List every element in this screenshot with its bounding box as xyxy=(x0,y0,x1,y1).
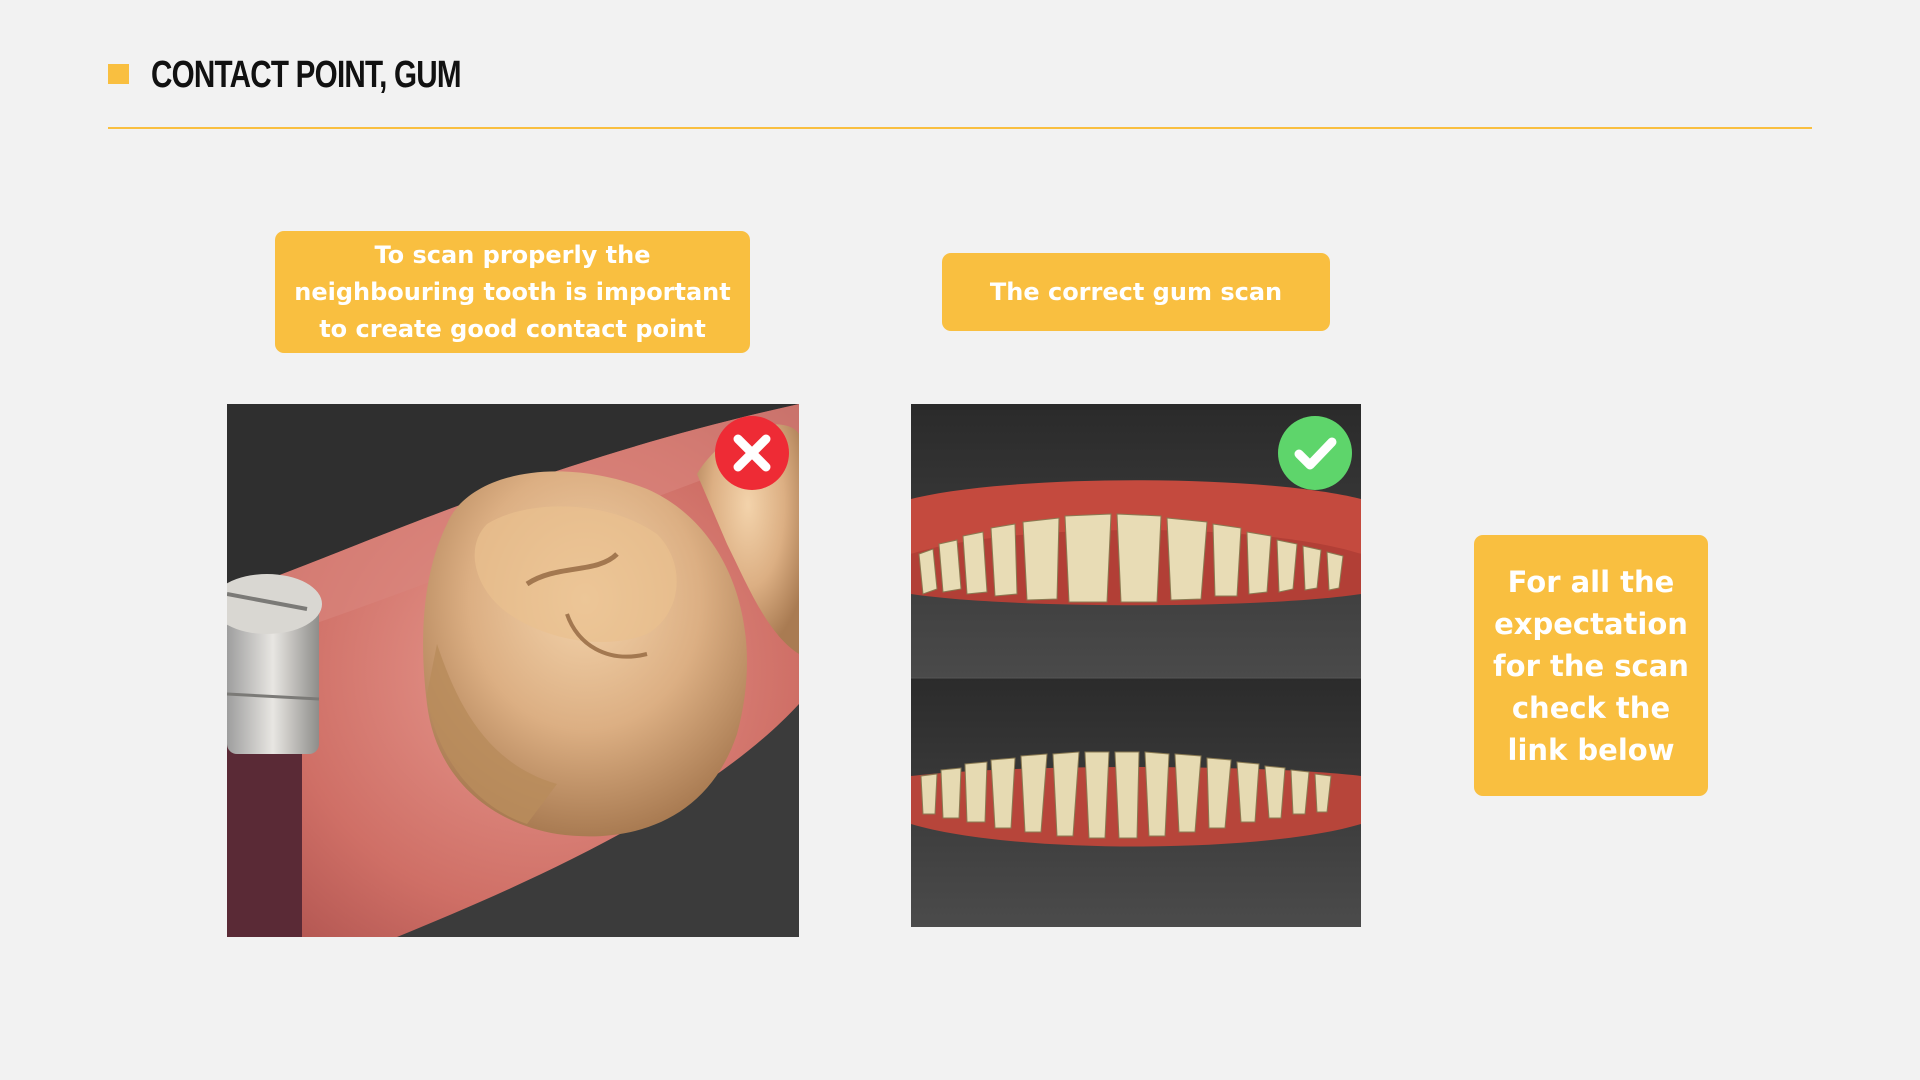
gum-scan-callout: The correct gum scan xyxy=(942,253,1330,331)
title-divider xyxy=(108,127,1812,129)
correct-badge xyxy=(1278,416,1352,490)
incorrect-badge xyxy=(715,416,789,490)
gum-scan-callout-text: The correct gum scan xyxy=(989,278,1283,306)
contact-point-callout: To scan properly the neighbouring tooth … xyxy=(275,231,750,353)
page-title: CONTACT POINT, GUM xyxy=(151,54,462,96)
link-note-callout: For all the expectation for the scan che… xyxy=(1474,535,1708,796)
molar-contact-point-scan-image xyxy=(227,404,799,937)
check-icon xyxy=(1294,437,1337,470)
contact-point-callout-text: To scan properly the neighbouring tooth … xyxy=(294,240,731,343)
title-bullet xyxy=(108,64,129,84)
close-icon xyxy=(733,434,771,472)
link-note-callout-text: For all the expectation for the scan che… xyxy=(1493,564,1689,767)
